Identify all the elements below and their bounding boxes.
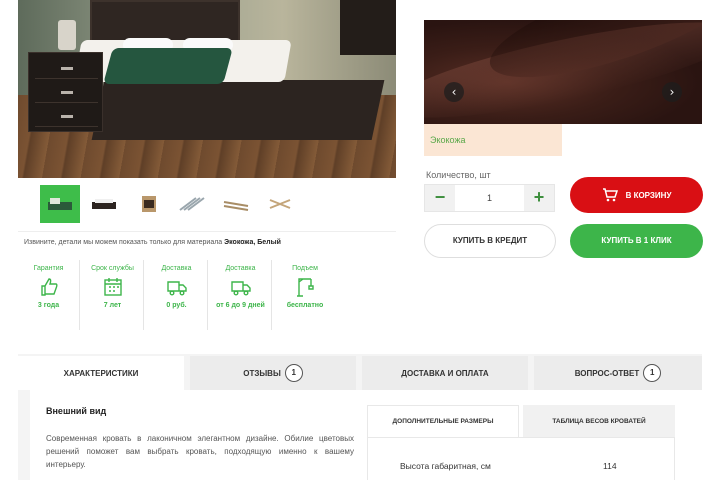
quantity-label: Количество, шт — [426, 170, 491, 180]
quantity-plus-button[interactable]: + — [524, 185, 554, 211]
buy-on-credit-button[interactable]: КУПИТЬ В КРЕДИТ — [424, 224, 556, 258]
feature-lifetime: Срок службы 7 лет — [82, 260, 144, 330]
reviews-count-badge: 1 — [284, 364, 303, 382]
feature-delivery-time: Доставка от 6 до 9 дней — [210, 260, 272, 330]
photo-disclaimer: Извините, детали мы можем показать тольк… — [24, 239, 281, 246]
tab-label: ДОСТАВКА И ОПЛАТА — [401, 368, 489, 378]
spec-row-label: Высота габаритная, см — [400, 461, 491, 471]
thumbnail-strip — [18, 180, 396, 232]
product-main-photo[interactable] — [18, 0, 396, 178]
feature-value: 3 года — [37, 302, 60, 309]
add-to-cart-button[interactable]: В КОРЗИНУ — [570, 177, 703, 213]
wood-thumb-image — [142, 196, 156, 212]
thumbnail-bed[interactable] — [40, 185, 80, 223]
cart-icon — [602, 188, 618, 202]
tab-reviews[interactable]: ОТЗЫВЫ 1 — [190, 356, 356, 390]
thumbnail-bed-dark[interactable] — [84, 185, 124, 223]
swatch-label: Экокожа — [430, 135, 466, 145]
tab-label: ВОПРОС-ОТВЕТ — [574, 368, 640, 378]
quantity-stepper: − 1 + — [424, 184, 555, 212]
photo-bed-base — [91, 80, 385, 140]
feature-value: 7 лет — [103, 302, 122, 309]
chevron-left-icon[interactable]: ‹ — [444, 82, 464, 102]
photo-disclaimer-text: Извините, детали мы можем показать тольк… — [24, 239, 225, 246]
bed-thumb-image — [48, 198, 72, 210]
thumbnail-frame[interactable] — [216, 185, 256, 223]
subtab-bed-weights[interactable]: ТАБЛИЦА ВЕСОВ КРОВАТЕЙ — [523, 405, 675, 437]
photo-nightstand — [28, 52, 103, 132]
photo-drawer — [35, 107, 98, 127]
frame-detail-thumb-image — [269, 199, 291, 209]
slats-thumb-image — [179, 197, 205, 211]
feature-value: 0 руб. — [166, 302, 187, 309]
description-title: Внешний вид — [46, 406, 107, 416]
feature-title: Подъем — [292, 265, 318, 272]
swatch-ecoleather[interactable]: Экокожа — [424, 124, 562, 156]
thumbnail-wood[interactable] — [128, 185, 168, 223]
feature-warranty: Гарантия 3 года — [18, 260, 80, 330]
feature-value: бесплатно — [286, 302, 324, 309]
thumbnail-frame-detail[interactable] — [260, 185, 300, 223]
qa-count-badge: 1 — [643, 364, 662, 382]
feature-value: от 6 до 9 дней — [216, 302, 265, 309]
quantity-input[interactable]: 1 — [455, 185, 524, 211]
thumbs-up-icon — [40, 278, 58, 296]
feature-title: Доставка — [225, 265, 256, 272]
truck-icon — [230, 281, 251, 296]
buy-one-click-button[interactable]: КУПИТЬ В 1 КЛИК — [570, 224, 703, 258]
feature-delivery-price: Доставка 0 руб. — [146, 260, 208, 330]
tab-label: ОТЗЫВЫ — [243, 368, 281, 378]
tab-label: ХАРАКТЕРИСТИКИ — [63, 368, 139, 378]
bed-dark-thumb-image — [92, 199, 116, 209]
tab-characteristics[interactable]: ХАРАКТЕРИСТИКИ — [18, 356, 184, 390]
feature-title: Срок службы — [91, 265, 134, 272]
quantity-minus-button[interactable]: − — [425, 185, 455, 211]
tab-delivery-payment[interactable]: ДОСТАВКА И ОПЛАТА — [362, 356, 528, 390]
calendar-icon — [103, 278, 122, 296]
photo-drawer — [35, 59, 98, 79]
photo-blanket — [103, 48, 233, 84]
spec-table — [367, 437, 675, 480]
feature-lifting: Подъем бесплатно — [274, 260, 336, 330]
description-text: Современная кровать в лаконичном элегант… — [46, 434, 354, 469]
frame-thumb-image — [223, 201, 249, 211]
truck-icon — [166, 281, 187, 296]
photo-disclaimer-material: Экокожа, Белый — [224, 239, 281, 246]
crane-icon — [297, 278, 314, 297]
feature-list: Гарантия 3 года Срок службы 7 лет Достав… — [18, 260, 336, 330]
spec-row-value: 114 — [603, 461, 617, 471]
feature-title: Гарантия — [33, 265, 64, 272]
photo-drawer — [35, 83, 98, 103]
feature-title: Доставка — [161, 265, 192, 272]
subtab-extra-sizes[interactable]: ДОПОЛНИТЕЛЬНЫЕ РАЗМЕРЫ — [367, 405, 519, 437]
thumbnail-slats[interactable] — [172, 185, 212, 223]
chevron-right-icon[interactable]: › — [662, 82, 682, 102]
photo-dresser — [340, 0, 396, 55]
add-to-cart-label: В КОРЗИНУ — [625, 190, 672, 200]
fabric-preview: ‹ › — [424, 20, 702, 124]
photo-lamp — [58, 20, 76, 50]
tab-qa[interactable]: ВОПРОС-ОТВЕТ 1 — [534, 356, 702, 390]
swatch-row: Экокожа — [424, 124, 702, 156]
